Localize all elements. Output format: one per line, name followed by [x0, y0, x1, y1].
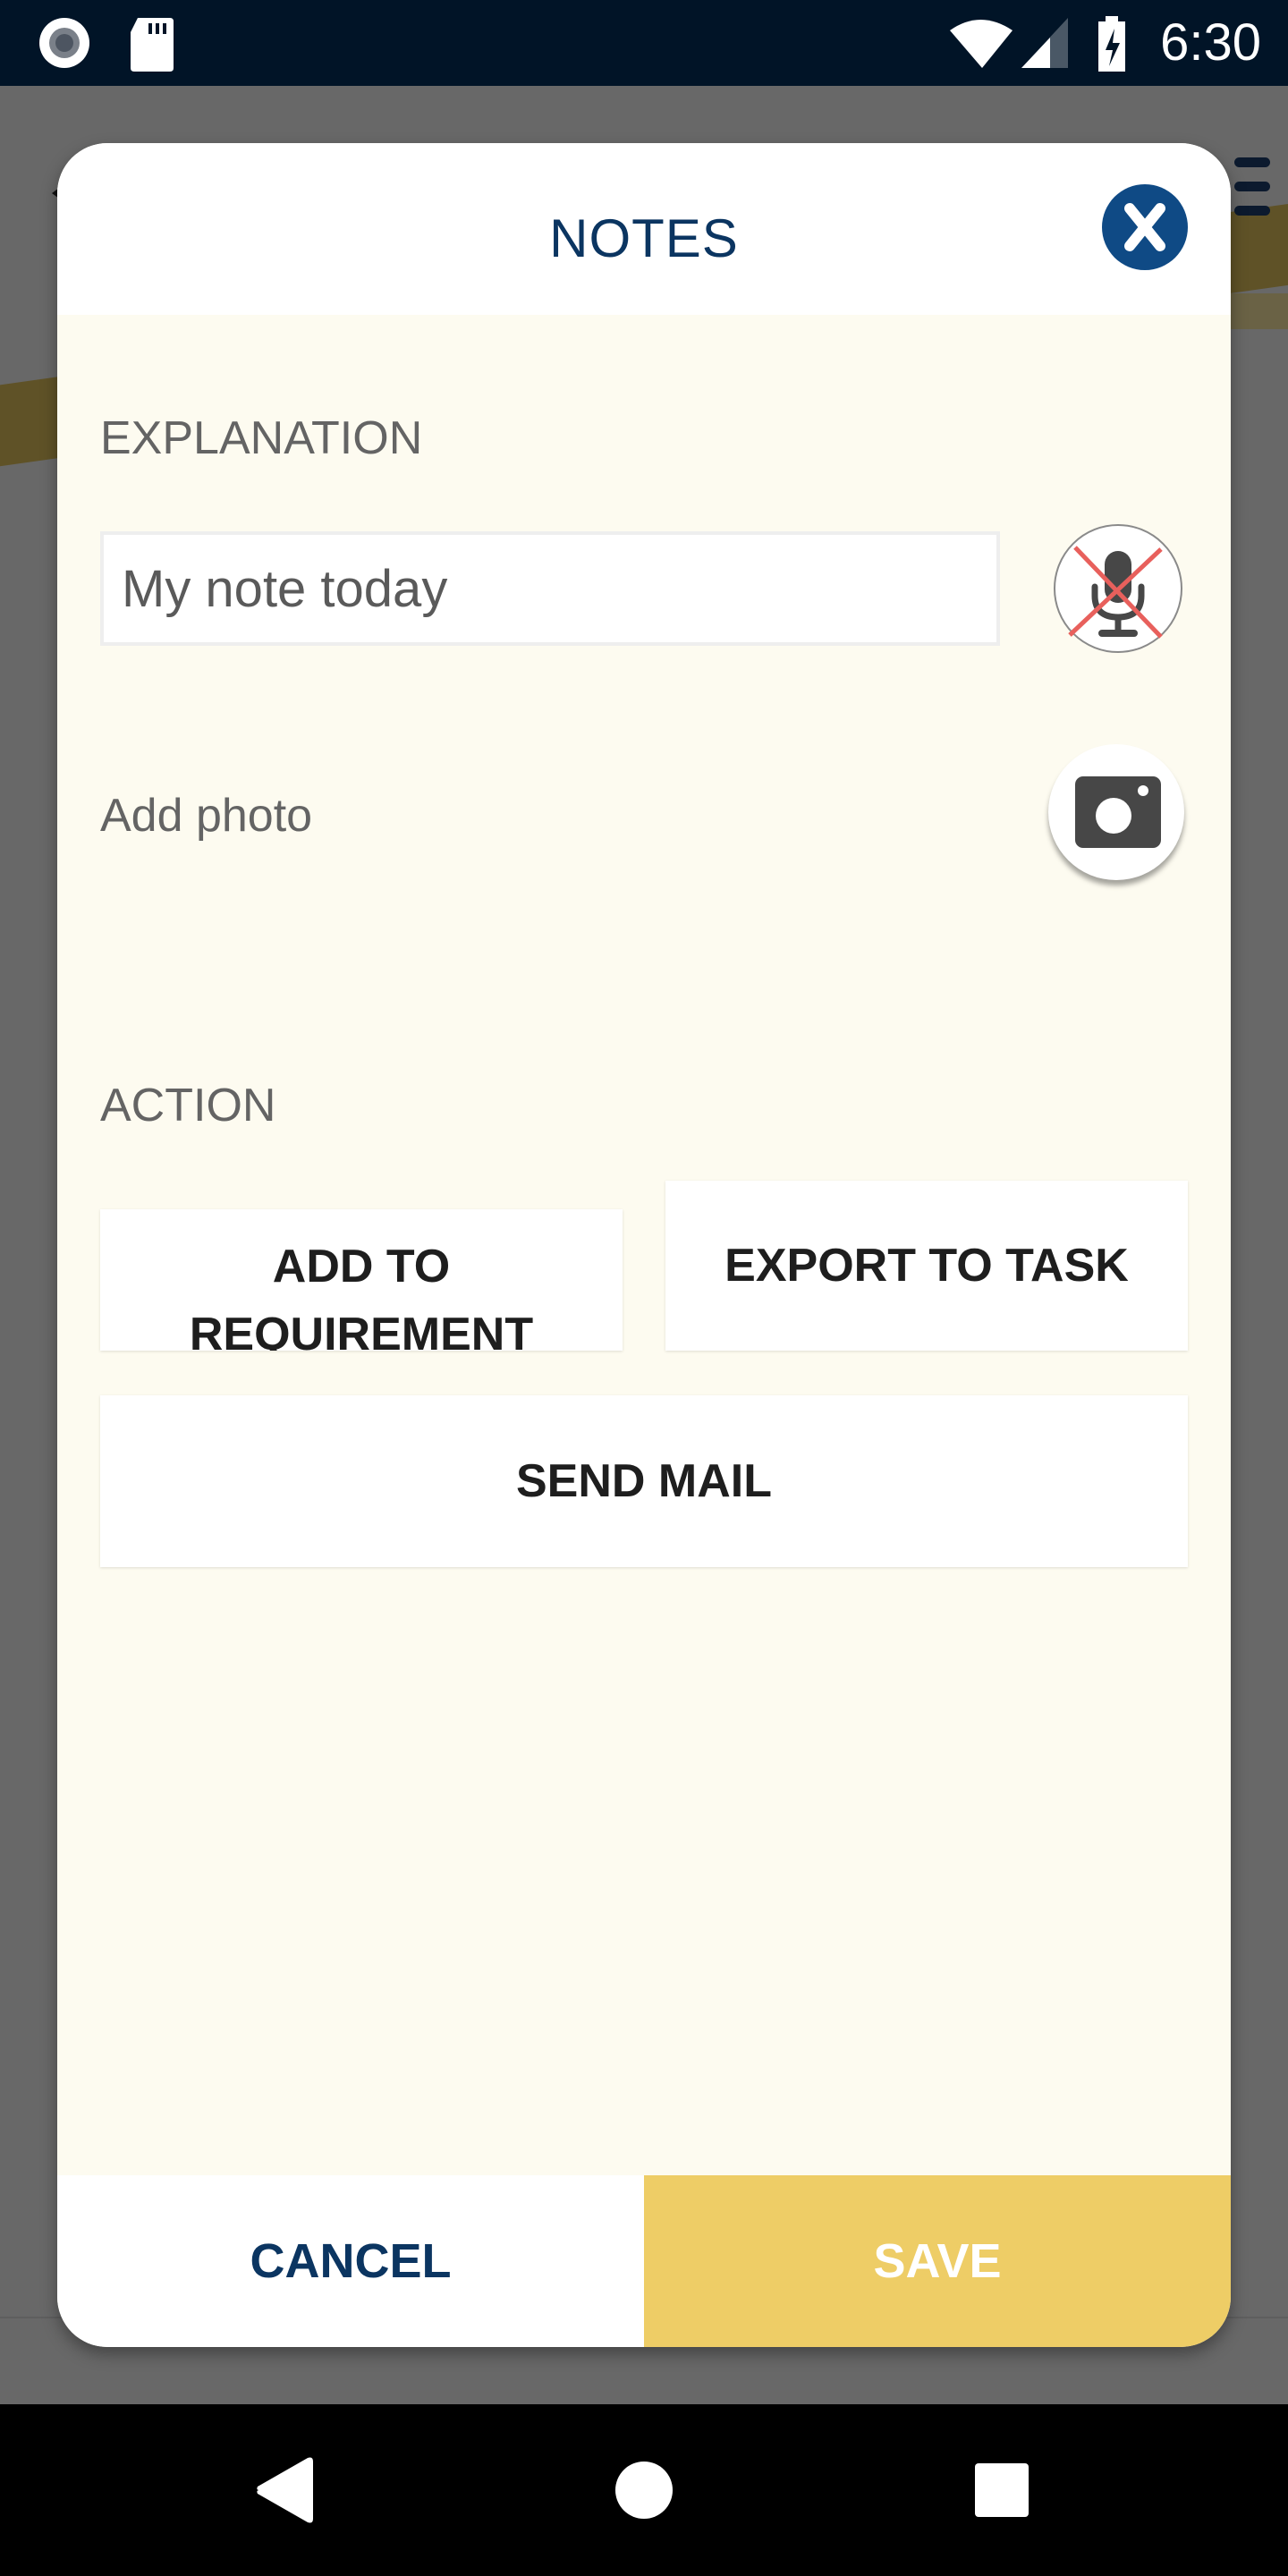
- cancel-button[interactable]: CANCEL: [57, 2175, 644, 2347]
- close-icon: [1124, 203, 1165, 251]
- back-icon[interactable]: [257, 2457, 313, 2523]
- status-bar: 6:30: [0, 0, 1288, 86]
- export-to-task-button[interactable]: EXPORT TO TASK: [665, 1181, 1188, 1351]
- record-icon: [39, 18, 89, 68]
- add-to-requirement-button[interactable]: ADD TO REQUIREMENT: [100, 1209, 623, 1351]
- notes-dialog: NOTES EXPLANATION Add photo ACTION: [57, 143, 1231, 2347]
- dialog-title: NOTES: [549, 208, 739, 268]
- recents-icon[interactable]: [975, 2463, 1029, 2517]
- dialog-footer: CANCEL SAVE: [57, 2175, 1231, 2347]
- microphone-button[interactable]: [1054, 524, 1182, 653]
- status-time: 6:30: [1160, 13, 1261, 72]
- dialog-header: NOTES: [57, 143, 1231, 315]
- sd-card-icon: [131, 18, 174, 72]
- send-mail-button[interactable]: SEND MAIL: [100, 1395, 1188, 1567]
- background-menu-icon: [1234, 157, 1270, 230]
- note-input[interactable]: [100, 531, 1000, 646]
- send-mail-label: SEND MAIL: [516, 1455, 772, 1507]
- add-to-requirement-label-line2: REQUIREMENT: [189, 1309, 534, 1351]
- add-to-requirement-label-line1: ADD TO: [272, 1241, 451, 1292]
- export-to-task-label: EXPORT TO TASK: [724, 1240, 1129, 1292]
- battery-charging-icon: [1098, 16, 1125, 72]
- cell-signal-icon: [1021, 18, 1068, 68]
- action-label: ACTION: [100, 1080, 276, 1131]
- camera-icon: [1075, 776, 1161, 848]
- explanation-label: EXPLANATION: [100, 412, 423, 464]
- add-photo-button[interactable]: [1048, 744, 1184, 880]
- save-button[interactable]: SAVE: [644, 2175, 1231, 2347]
- microphone-off-icon: [1068, 546, 1163, 639]
- close-button[interactable]: [1102, 184, 1188, 270]
- wifi-icon: [950, 20, 1013, 68]
- navigation-bar: [0, 2404, 1288, 2576]
- home-icon[interactable]: [615, 2462, 673, 2519]
- add-photo-label: Add photo: [100, 790, 313, 842]
